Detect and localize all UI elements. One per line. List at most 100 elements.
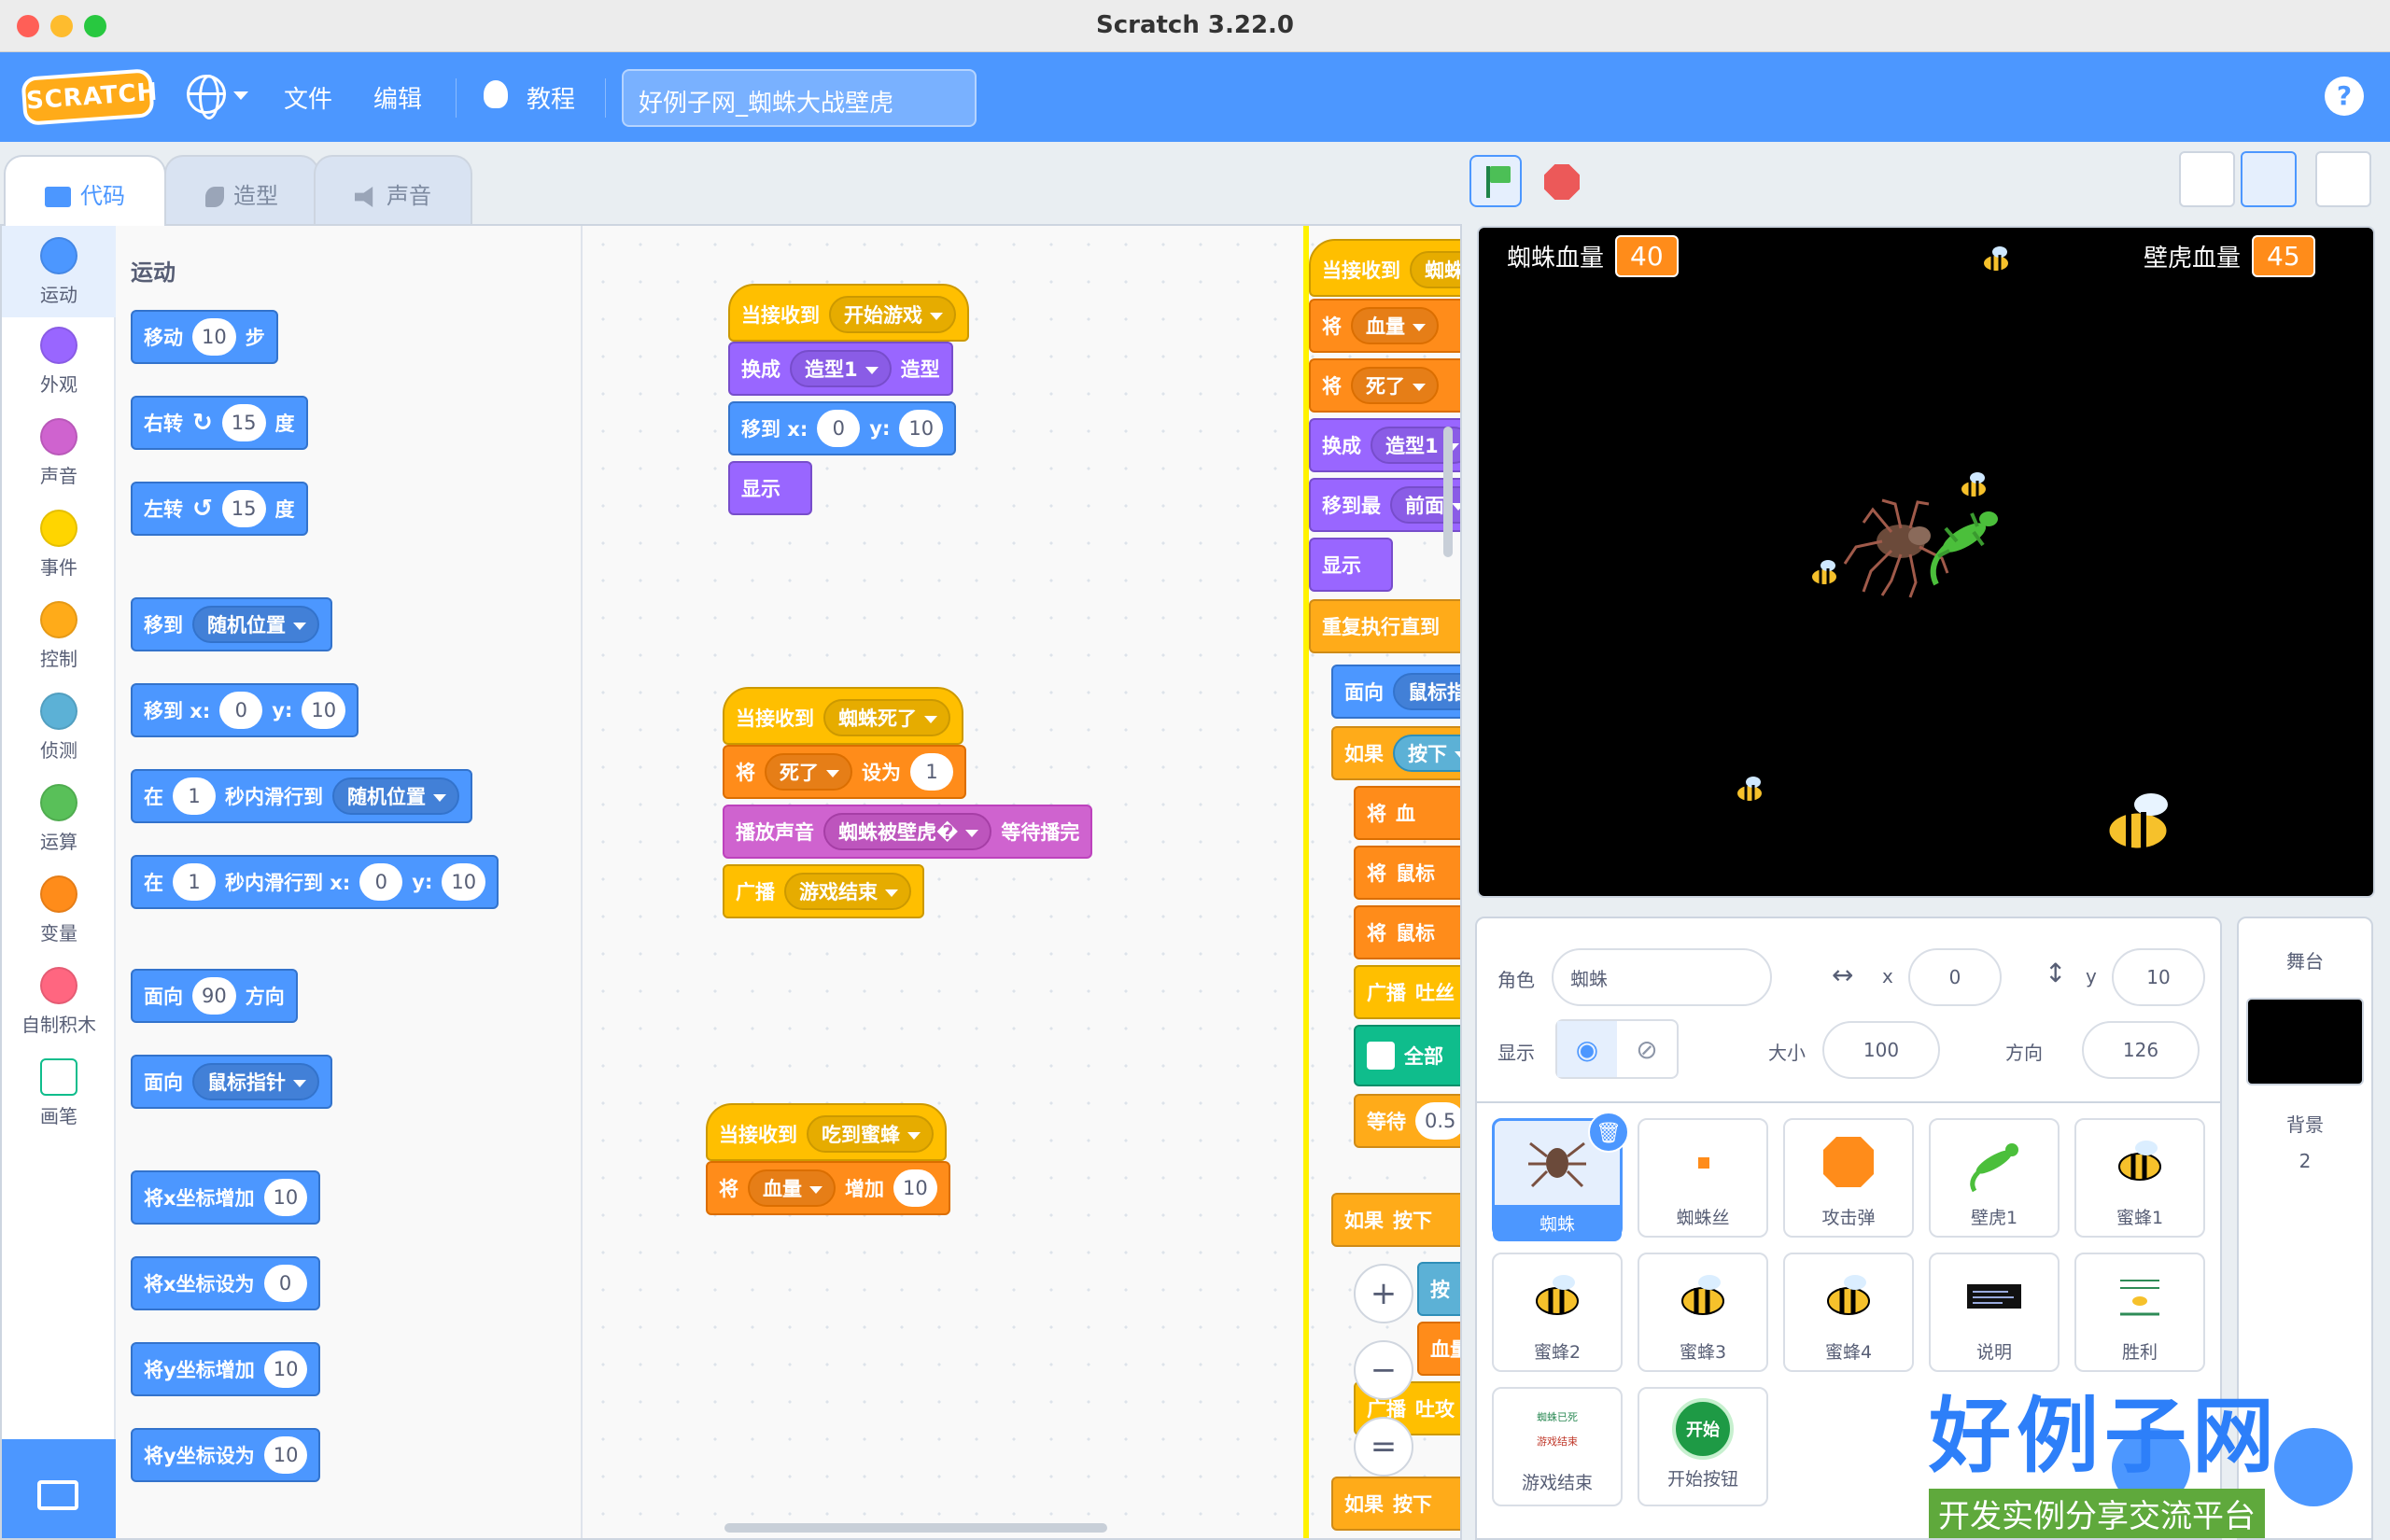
switch-costume-block[interactable]: 换成 造型1	[1309, 418, 1460, 472]
change-y-block[interactable]: 将y坐标增加 10	[131, 1342, 321, 1396]
category-sound[interactable]: 声音	[2, 409, 116, 488]
sound-dropdown[interactable]: 蜘蛛被壁虎�	[823, 813, 992, 850]
x-input[interactable]: 0	[817, 410, 861, 447]
go-to-layer-block[interactable]: 移到最 前面	[1309, 478, 1460, 532]
if-block[interactable]: 如果 按下	[1331, 1193, 1460, 1247]
move-steps-block[interactable]: 移动 10 步	[131, 310, 278, 364]
variable-dropdown[interactable]: 血量	[748, 1169, 836, 1207]
sprite-tile[interactable]: 蜘蛛 🗑	[1492, 1112, 1629, 1241]
change-x-block[interactable]: 将x坐标增加 10	[131, 1170, 321, 1225]
when-receive-hat-block[interactable]: 当接收到 开始游戏	[728, 284, 969, 342]
set-variable-block[interactable]: 将血量	[1309, 299, 1460, 353]
variable-dropdown[interactable]: 血量	[1351, 307, 1439, 344]
dy-input[interactable]: 10	[263, 1351, 308, 1388]
towards-dropdown[interactable]: 鼠标指	[1393, 673, 1460, 710]
zoom-in-button[interactable]: +	[1354, 1264, 1413, 1323]
variable-dropdown[interactable]: 死了	[1351, 367, 1439, 404]
category-motion[interactable]: 运动	[2, 226, 116, 317]
point-towards-block[interactable]: 面向 鼠标指	[1331, 665, 1460, 719]
value-input[interactable]: 10	[893, 1169, 937, 1207]
direction-input[interactable]: 126	[2082, 1021, 2200, 1079]
category-pen[interactable]: 画笔	[2, 1049, 116, 1128]
set-x-block[interactable]: 将x坐标设为 0	[131, 1256, 320, 1310]
change-variable-block[interactable]: 将血量 增加 10	[706, 1161, 950, 1215]
repeat-until-block[interactable]: 重复执行直到	[1309, 599, 1460, 653]
pen-clear-block[interactable]: 全部	[1354, 1025, 1460, 1086]
tab-sounds[interactable]: 声音	[314, 155, 472, 226]
language-globe-icon[interactable]	[187, 75, 226, 119]
set-variable-block[interactable]: 将鼠标	[1354, 905, 1460, 959]
when-receive-hat-block[interactable]: 当接收到 蜘蛛死了	[723, 687, 963, 745]
sprite-tile[interactable]: 蜘蛛已死 游戏结束 游戏结束	[1492, 1387, 1623, 1506]
workspace-vertical-scrollbar[interactable]	[1443, 427, 1453, 557]
point-towards-block[interactable]: 面向 鼠标指针	[131, 1055, 332, 1109]
key-pressed-condition[interactable]: 按下	[1393, 735, 1460, 772]
goto-block[interactable]: 移到 随机位置	[131, 597, 332, 651]
when-receive-hat-block[interactable]: 当接收到 蜘蛛	[1309, 239, 1460, 297]
switch-costume-block[interactable]: 换成 造型1 造型	[728, 342, 953, 396]
sprite-tile[interactable]: 蜜蜂1	[2074, 1118, 2205, 1238]
eye-icon[interactable]: ◉	[1557, 1021, 1617, 1077]
zoom-out-button[interactable]: −	[1354, 1340, 1413, 1400]
sprite-tile[interactable]: 开始 开始按钮	[1638, 1387, 1768, 1506]
if-block[interactable]: 如果 按下	[1331, 1477, 1460, 1531]
sprite-name-input[interactable]: 蜘蛛	[1552, 948, 1772, 1006]
sprite-tile[interactable]: 说明	[1929, 1253, 2060, 1372]
y-input[interactable]: 10	[899, 410, 944, 447]
set-variable-block[interactable]: 将血	[1354, 786, 1460, 840]
normal-stage-button[interactable]	[2241, 151, 2297, 207]
y-input[interactable]: 10	[442, 863, 486, 901]
point-direction-block[interactable]: 面向 90 方向	[131, 969, 298, 1023]
broadcast-block[interactable]: 广播 吐丝	[1354, 965, 1460, 1019]
glide-target-dropdown[interactable]: 随机位置	[332, 777, 459, 815]
tutorials-menu[interactable]: 教程	[527, 80, 575, 115]
if-block[interactable]: 如果 按下	[1331, 726, 1460, 780]
size-input[interactable]: 100	[1822, 1021, 1940, 1079]
secs-input[interactable]: 1	[173, 777, 216, 815]
sprite-tile[interactable]: 蜘蛛丝	[1638, 1118, 1768, 1238]
sprite-tile[interactable]: 蜜蜂3	[1638, 1253, 1768, 1372]
help-icon[interactable]: ?	[2325, 77, 2364, 116]
sprite-tile[interactable]: 攻击弹	[1783, 1118, 1914, 1238]
script-workspace[interactable]: 当接收到 开始游戏 换成 造型1 造型 移到 x: 0 y: 10 显示 当接收到 蜘蛛死了 …	[584, 226, 1460, 1538]
goto-xy-block[interactable]: 移到 x: 0 y: 10	[728, 401, 957, 455]
eye-slash-icon[interactable]: ⊘	[1617, 1021, 1677, 1077]
key-pressed-block[interactable]: 按	[1417, 1262, 1460, 1316]
goto-xy-block[interactable]: 移到 x: 0 y: 10	[131, 683, 359, 737]
dx-input[interactable]: 10	[263, 1179, 308, 1216]
stage-canvas[interactable]: 蜘蛛血量 40 壁虎血量 45	[1477, 226, 2375, 898]
show-block[interactable]: 显示	[1309, 538, 1393, 592]
add-extension-button[interactable]	[2, 1439, 116, 1538]
towards-dropdown[interactable]: 鼠标指针	[192, 1063, 319, 1100]
set-variable-block[interactable]: 将鼠标	[1354, 846, 1460, 900]
category-my-blocks[interactable]: 自制积木	[2, 958, 116, 1037]
variable-dropdown[interactable]: 死了	[765, 753, 852, 791]
value-input[interactable]: 1	[910, 753, 953, 791]
tab-costumes[interactable]: 造型	[164, 155, 319, 226]
category-variables[interactable]: 变量	[2, 866, 116, 945]
scratch-logo[interactable]: SCRATCH	[21, 68, 159, 126]
message-dropdown[interactable]: 蜘蛛死了	[823, 699, 950, 736]
glide-block[interactable]: 在 1 秒内滑行到 随机位置	[131, 769, 472, 823]
category-sensing[interactable]: 侦测	[2, 683, 116, 763]
steps-input[interactable]: 10	[192, 318, 236, 356]
message-dropdown[interactable]: 蜘蛛	[1410, 251, 1460, 288]
category-looks[interactable]: 外观	[2, 317, 116, 397]
glide-xy-block[interactable]: 在 1 秒内滑行到 x: 0 y: 10	[131, 855, 499, 909]
message-dropdown[interactable]: 吃到蜜蜂	[807, 1115, 934, 1153]
set-variable-block[interactable]: 将死了 设为 1	[723, 745, 966, 799]
message-dropdown[interactable]: 开始游戏	[829, 296, 956, 333]
direction-input[interactable]: 90	[192, 977, 236, 1015]
turn-left-block[interactable]: 左转 ↺ 15 度	[131, 482, 308, 536]
secs-input[interactable]: 1	[173, 863, 216, 901]
small-stage-button[interactable]	[2179, 151, 2235, 207]
trash-icon[interactable]: 🗑	[1588, 1112, 1629, 1153]
tab-code[interactable]: 代码	[4, 155, 166, 226]
variable-reporter[interactable]: 血量	[1417, 1322, 1460, 1376]
when-receive-hat-block[interactable]: 当接收到 吃到蜜蜂	[706, 1103, 947, 1161]
x-input[interactable]: 0	[219, 692, 263, 729]
wait-seconds-input[interactable]: 0.5	[1415, 1102, 1460, 1140]
sprite-tile[interactable]: 蜜蜂4	[1783, 1253, 1914, 1372]
project-title-input[interactable]: 好例子网_蜘蛛大战壁虎	[622, 69, 977, 127]
file-menu[interactable]: 文件	[284, 80, 332, 115]
